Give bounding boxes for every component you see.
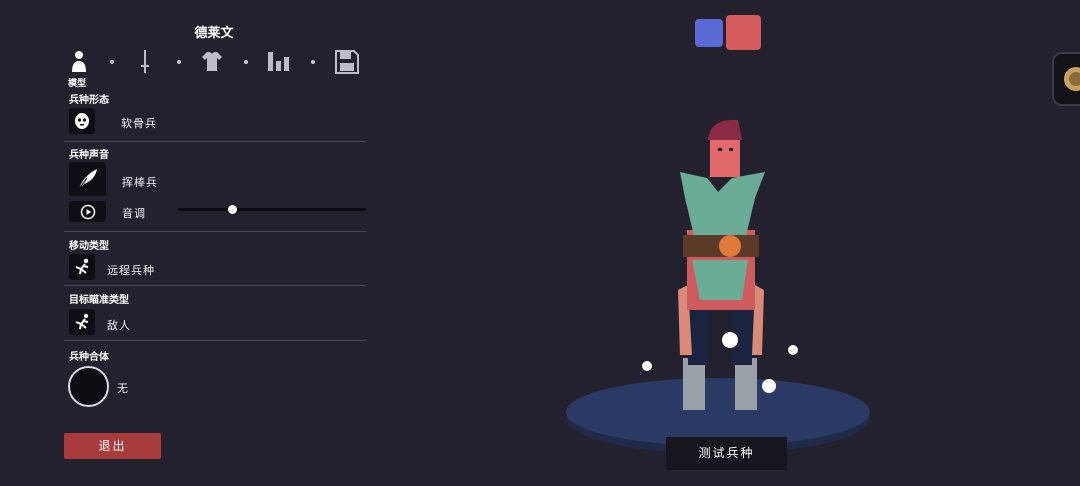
section-divider — [64, 285, 366, 286]
play-icon — [80, 204, 95, 219]
section-divider — [64, 141, 366, 142]
tab-separator-dot — [244, 60, 248, 64]
pitch-slider-knob[interactable] — [228, 205, 238, 214]
unit-model — [678, 119, 765, 410]
voice-play-button[interactable] — [69, 201, 106, 222]
combine-value: 无 — [117, 382, 129, 395]
targeting-value: 敌人 — [107, 319, 131, 332]
team-red-button[interactable] — [726, 15, 761, 50]
pitch-label: 音调 — [122, 207, 146, 220]
section-title-movement: 移动类型 — [69, 241, 109, 252]
unit-preview-scene — [566, 119, 870, 454]
unit-editor-panel: 德莱文 模型 兵种形态 软骨兵 兵种声音 挥棒兵 音调 移动类型 远程兵种 目标… — [64, 0, 366, 486]
voice-select-button[interactable] — [69, 162, 106, 196]
section-title-voice: 兵种声音 — [69, 150, 109, 161]
tab-separator-dot — [110, 60, 114, 64]
movement-value: 远程兵种 — [107, 264, 155, 277]
editor-tab-bar: 模型 — [64, 49, 364, 89]
stick-figure-icon — [75, 258, 89, 275]
exit-button[interactable]: 退出 — [64, 433, 161, 459]
stick-figure-icon — [75, 313, 89, 330]
test-unit-button[interactable]: 测试兵种 — [666, 437, 787, 470]
sword-icon[interactable] — [132, 49, 158, 75]
person-icon[interactable] — [66, 49, 92, 75]
form-value: 软骨兵 — [121, 117, 157, 130]
shirt-icon[interactable] — [199, 49, 225, 75]
section-title-form: 兵种形态 — [69, 95, 109, 106]
stats-icon[interactable] — [266, 49, 292, 75]
tab-separator-dot — [177, 60, 181, 64]
voice-value: 挥棒兵 — [122, 176, 158, 189]
coin-icon — [1064, 67, 1080, 91]
section-title-combine: 兵种合体 — [69, 352, 109, 363]
pitch-slider[interactable] — [178, 205, 366, 214]
section-divider — [64, 231, 366, 232]
movement-select-button[interactable] — [69, 254, 95, 280]
side-panel-toggle[interactable] — [1052, 52, 1080, 106]
face-icon — [75, 113, 89, 129]
unit-name-title: 德莱文 — [194, 26, 234, 41]
section-divider — [64, 340, 366, 341]
team-blue-button[interactable] — [695, 19, 723, 47]
targeting-select-button[interactable] — [69, 309, 95, 335]
tab-separator-dot — [311, 60, 315, 64]
quill-icon — [78, 169, 97, 190]
save-icon[interactable] — [334, 49, 360, 75]
tab-model-label: 模型 — [68, 79, 87, 89]
section-title-targeting: 目标瞄准类型 — [69, 295, 129, 306]
combine-select-button[interactable] — [68, 366, 109, 407]
form-select-button[interactable] — [69, 108, 95, 134]
